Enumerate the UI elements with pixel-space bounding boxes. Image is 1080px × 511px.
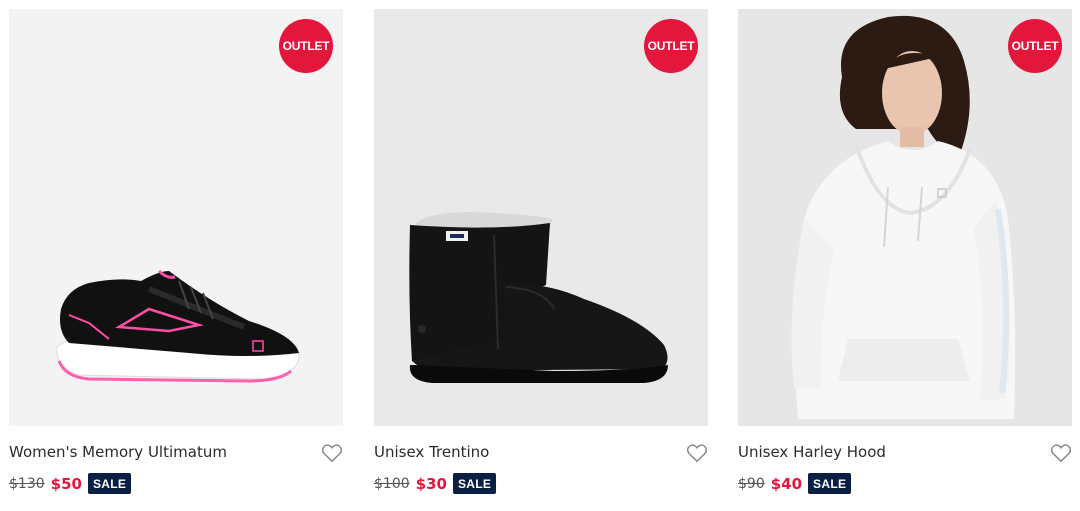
heart-outline-icon[interactable]: [1050, 443, 1072, 463]
product-name[interactable]: Unisex Harley Hood: [738, 443, 886, 461]
price-row: $130 $50 SALE: [9, 473, 132, 494]
product-card[interactable]: OUTLET Unisex Trentino $100 $30 SALE: [374, 9, 708, 494]
product-image[interactable]: OUTLET: [374, 9, 708, 426]
sale-tag: SALE: [87, 473, 132, 494]
original-price: $130: [9, 475, 45, 492]
outlet-badge: OUTLET: [1008, 19, 1062, 73]
hoodie-model-image: [791, 15, 1016, 419]
product-name[interactable]: Women's Memory Ultimatum: [9, 443, 227, 461]
product-grid: OUTLET Women's Memory Ultimatum $130 $50…: [0, 0, 1080, 511]
sale-tag: SALE: [808, 473, 852, 494]
original-price: $90: [738, 475, 765, 492]
sale-price: $50: [50, 474, 82, 493]
product-image[interactable]: OUTLET: [738, 9, 1072, 426]
original-price: $100: [374, 475, 410, 492]
sale-tag: SALE: [452, 473, 497, 494]
product-card[interactable]: OUTLET Unisex Harley Hood $90 $40 SALE: [738, 9, 1072, 494]
sale-price: $30: [415, 474, 447, 493]
sale-price: $40: [770, 474, 803, 493]
price-row: $100 $30 SALE: [374, 473, 497, 494]
running-shoe-image: [56, 269, 300, 383]
product-image[interactable]: OUTLET: [9, 9, 343, 426]
price-row: $90 $40 SALE: [738, 473, 852, 494]
product-name[interactable]: Unisex Trentino: [374, 443, 489, 461]
ankle-boot-image: [409, 212, 668, 383]
outlet-badge: OUTLET: [279, 19, 333, 73]
outlet-badge: OUTLET: [644, 19, 698, 73]
heart-outline-icon[interactable]: [321, 443, 343, 463]
product-card[interactable]: OUTLET Women's Memory Ultimatum $130 $50…: [9, 9, 343, 494]
heart-outline-icon[interactable]: [686, 443, 708, 463]
